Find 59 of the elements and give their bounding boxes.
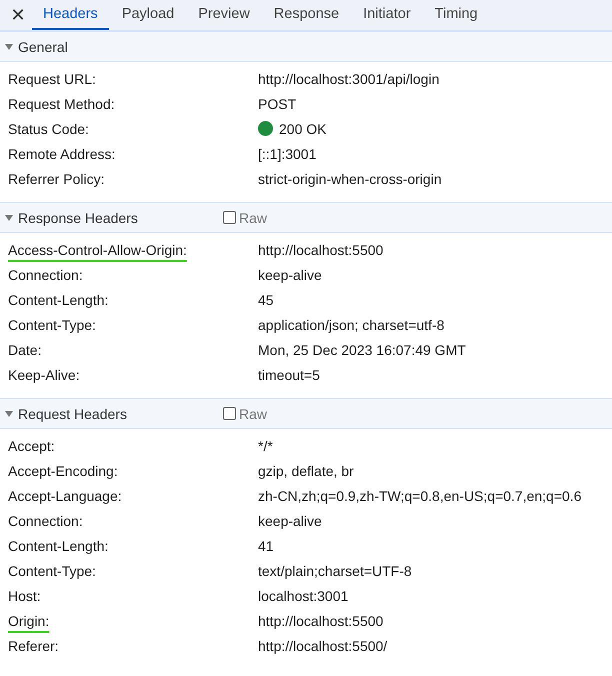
header-name: Host: (8, 588, 42, 604)
raw-checkbox[interactable] (223, 407, 236, 420)
header-name: Referer: (8, 638, 60, 654)
header-name: Content-Length: (8, 538, 110, 554)
header-name: Status Code: (8, 120, 90, 136)
header-value: keep-alive (258, 512, 322, 528)
section-title: General (18, 38, 69, 54)
header-name: Request URL: (8, 70, 97, 86)
collapse-triangle-icon[interactable] (5, 410, 13, 418)
raw-checkbox[interactable] (223, 211, 236, 224)
collapse-triangle-icon[interactable] (5, 42, 13, 50)
header-name: Referrer Policy: (8, 170, 106, 186)
header-value: [::1]:3001 (258, 146, 316, 162)
header-name: Content-Length: (8, 292, 110, 308)
close-button[interactable]: ✕ (0, 0, 32, 30)
tab[interactable]: Payload (110, 0, 186, 30)
header-name: Remote Address: (8, 146, 116, 162)
header-name: Origin: (8, 612, 50, 628)
header-value: 45 (258, 292, 274, 308)
header-value: localhost:3001 (258, 588, 348, 604)
header-name: Accept: (8, 438, 56, 454)
header-value: POST (258, 96, 296, 112)
tab[interactable]: Preview (187, 0, 261, 30)
header-name: Content-Type: (8, 316, 97, 332)
header-name: Connection: (8, 266, 84, 282)
section-header[interactable]: Request Headers Raw (0, 398, 612, 429)
header-value: http://localhost:5500 (258, 242, 384, 258)
header-value: strict-origin-when-cross-origin (258, 170, 442, 186)
header-name: Accept-Encoding: (8, 462, 119, 478)
header-value: application/json; charset=utf-8 (258, 316, 444, 332)
header-value: gzip, deflate, br (258, 462, 354, 478)
tab[interactable]: Timing (424, 0, 489, 30)
raw-label[interactable]: Raw (239, 210, 268, 226)
section-title: Request Headers (18, 406, 128, 422)
header-value: http://localhost:5500/ (258, 638, 388, 654)
header-name: Keep-Alive: (8, 366, 81, 382)
header-name: Request Method: (8, 96, 116, 112)
header-value: */* (258, 438, 273, 454)
header-value: zh-CN,zh;q=0.9,zh-TW;q=0.8,en-US;q=0.7,en;q=0.6 (258, 488, 582, 504)
header-value: http://localhost:3001/api/login (258, 70, 440, 86)
tab[interactable]: Response (262, 0, 350, 30)
header-name: Access-Control-Allow-Origin: (8, 242, 188, 258)
tab[interactable]: Initiator (352, 0, 422, 30)
header-value: http://localhost:5500 (258, 612, 384, 628)
section-title: Response Headers (18, 210, 139, 226)
header-value: keep-alive (258, 266, 322, 282)
header-value: Mon, 25 Dec 2023 16:07:49 GMT (258, 342, 466, 358)
collapse-triangle-icon[interactable] (5, 214, 13, 222)
section-header[interactable]: Response Headers Raw (0, 202, 612, 233)
section-header[interactable]: General (0, 31, 612, 62)
header-name: Date: (8, 342, 42, 358)
header-name: Accept-Language: (8, 488, 123, 504)
header-value: 200 OK (279, 120, 326, 136)
header-value: 41 (258, 538, 274, 554)
header-name: Connection: (8, 512, 84, 528)
header-value: text/plain;charset=UTF-8 (258, 562, 412, 578)
header-value: timeout=5 (258, 366, 320, 382)
header-name: Content-Type: (8, 562, 97, 578)
raw-label[interactable]: Raw (239, 406, 268, 422)
